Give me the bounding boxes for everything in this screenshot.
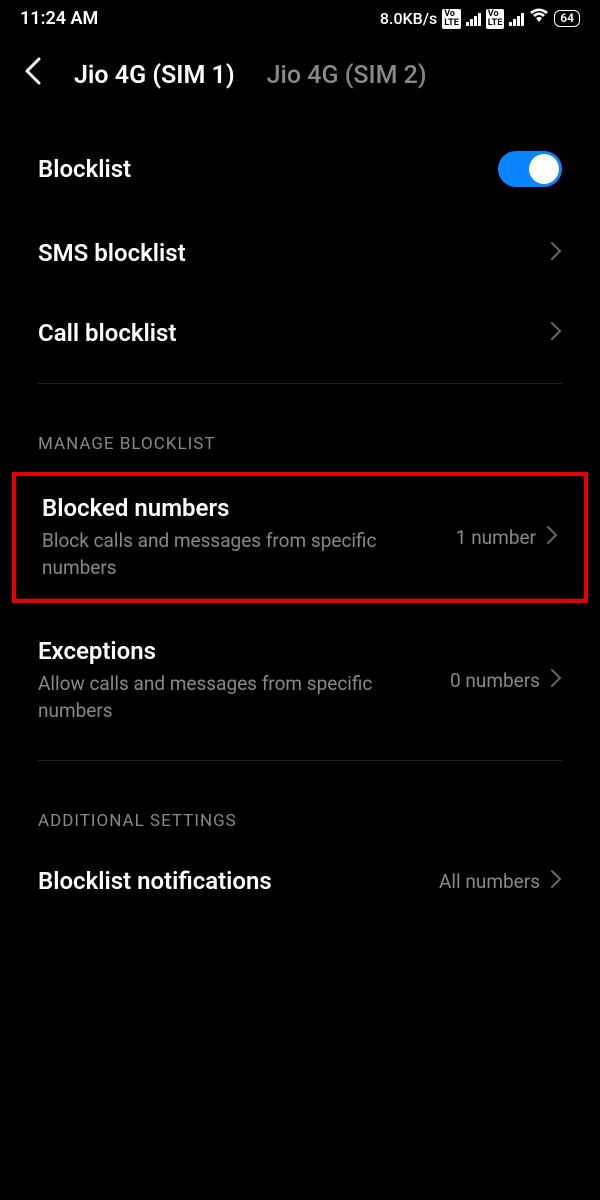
exceptions-sub: Allow calls and messages from specific n… xyxy=(38,671,438,724)
status-speed: 8.0KB/s xyxy=(380,9,437,28)
blocked-numbers-sub: Block calls and messages from specific n… xyxy=(42,528,444,581)
blocklist-row[interactable]: Blocklist xyxy=(0,125,600,213)
signal-icon-2 xyxy=(509,12,524,26)
exceptions-row[interactable]: Exceptions Allow calls and messages from… xyxy=(0,611,600,750)
chevron-right-icon xyxy=(550,869,562,894)
status-bar: 11:24 AM 8.0KB/s VoLTE VoLTE 64 xyxy=(0,0,600,33)
status-right: 8.0KB/s VoLTE VoLTE 64 xyxy=(380,8,580,29)
blocked-numbers-row[interactable]: Blocked numbers Block calls and messages… xyxy=(16,476,584,599)
chevron-right-icon xyxy=(550,321,562,346)
notifications-row[interactable]: Blocklist notifications All numbers xyxy=(0,841,600,921)
sms-blocklist-label: SMS blocklist xyxy=(38,239,186,267)
status-time: 11:24 AM xyxy=(20,8,98,29)
call-blocklist-label: Call blocklist xyxy=(38,319,176,347)
notifications-title: Blocklist notifications xyxy=(38,867,272,895)
chevron-right-icon xyxy=(550,668,562,693)
blocked-numbers-value: 1 number xyxy=(456,526,536,549)
toggle-knob xyxy=(529,154,559,184)
signal-icon-1 xyxy=(466,12,481,26)
chevron-right-icon xyxy=(546,525,558,550)
wifi-icon xyxy=(529,8,549,29)
section-manage-blocklist: MANAGE BLOCKLIST xyxy=(0,394,600,464)
battery-icon: 64 xyxy=(554,10,580,28)
volte-icon-2: VoLTE xyxy=(486,9,505,29)
blocked-numbers-title: Blocked numbers xyxy=(42,494,444,522)
call-blocklist-row[interactable]: Call blocklist xyxy=(0,293,600,373)
chevron-right-icon xyxy=(550,241,562,266)
tab-sim1[interactable]: Jio 4G (SIM 1) xyxy=(74,61,235,90)
back-button[interactable] xyxy=(16,53,50,97)
divider xyxy=(38,760,562,761)
divider xyxy=(38,383,562,384)
notifications-value: All numbers xyxy=(439,870,540,893)
tab-sim2[interactable]: Jio 4G (SIM 2) xyxy=(267,61,427,90)
exceptions-title: Exceptions xyxy=(38,637,438,665)
section-additional: ADDITIONAL SETTINGS xyxy=(0,771,600,841)
header: Jio 4G (SIM 1) Jio 4G (SIM 2) xyxy=(0,33,600,125)
blocklist-toggle[interactable] xyxy=(498,151,562,187)
highlight-annotation: Blocked numbers Block calls and messages… xyxy=(12,472,588,603)
exceptions-value: 0 numbers xyxy=(450,669,540,692)
volte-icon-1: VoLTE xyxy=(442,9,461,29)
sim-tabs: Jio 4G (SIM 1) Jio 4G (SIM 2) xyxy=(74,61,584,90)
blocklist-label: Blocklist xyxy=(38,155,131,183)
sms-blocklist-row[interactable]: SMS blocklist xyxy=(0,213,600,293)
